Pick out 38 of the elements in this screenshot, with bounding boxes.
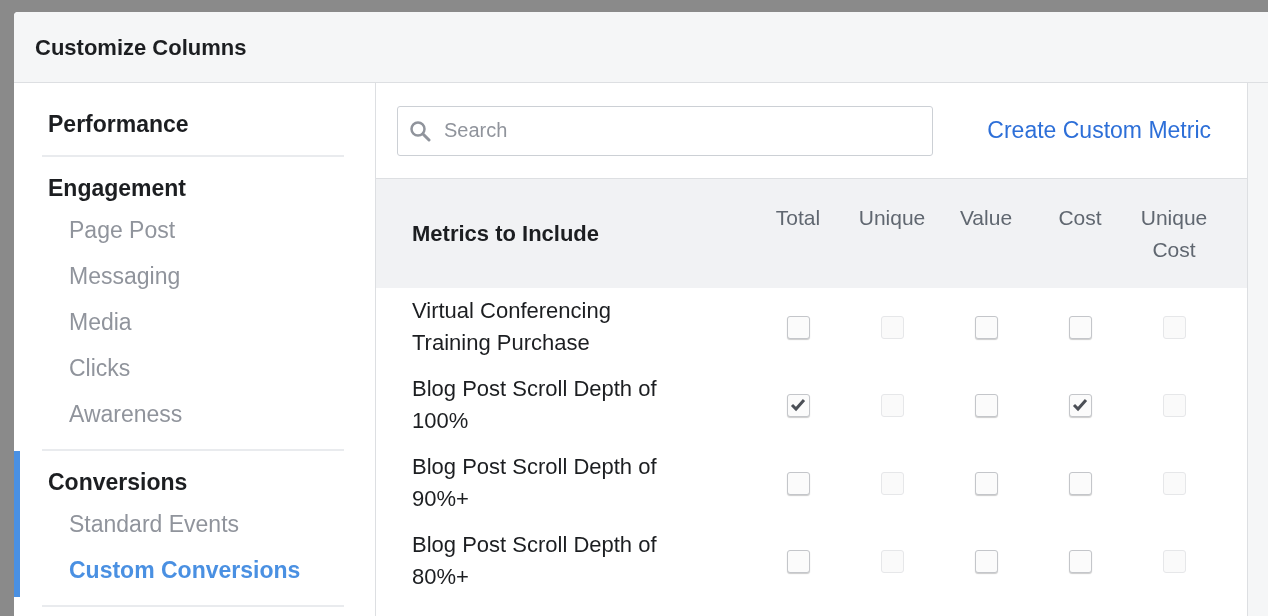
checkbox[interactable] — [786, 393, 810, 417]
metric-label: Blog Post Scroll Depth of 100% — [412, 375, 658, 435]
sidebar-item[interactable]: Clicks — [42, 345, 344, 391]
checkbox[interactable] — [1068, 315, 1092, 339]
sidebar-item[interactable]: Awareness — [42, 391, 344, 437]
checkbox[interactable] — [786, 549, 810, 573]
sidebar-item[interactable]: Media — [42, 299, 344, 345]
checkbox[interactable] — [1068, 549, 1092, 573]
column-header: Cost — [1057, 204, 1103, 231]
checkmark-icon — [1072, 398, 1088, 412]
search-icon — [409, 119, 431, 142]
search-field[interactable]: Search — [397, 105, 933, 156]
column-header: Total — [774, 204, 822, 231]
sidebar-item[interactable]: Standard Events — [42, 501, 344, 547]
checkbox[interactable] — [786, 315, 810, 339]
table-title: Metrics to Include — [412, 220, 601, 248]
column-header: Value — [958, 204, 1014, 231]
checkmark-icon — [790, 398, 806, 412]
sidebar-group[interactable]: Engagement — [42, 169, 344, 207]
metric-label: Blog Post Scroll Depth of 90%+ — [412, 453, 658, 513]
checkbox[interactable] — [1068, 471, 1092, 495]
checkbox[interactable] — [786, 471, 810, 495]
sidebar-group[interactable]: Conversions — [42, 463, 344, 501]
sidebar-item[interactable]: Custom Conversions — [42, 547, 344, 593]
sidebar-item[interactable]: Page Post — [42, 207, 344, 253]
create-metric-link[interactable]: Create Custom Metric — [987, 113, 1211, 148]
sidebar-group[interactable]: Performance — [42, 105, 344, 143]
metric-label: Virtual Conferencing Training Purchase — [412, 297, 612, 357]
checkbox[interactable] — [974, 549, 998, 573]
dialog-title: Customize Columns — [35, 33, 247, 62]
checkbox[interactable] — [974, 393, 998, 417]
column-header: Unique Cost — [1139, 204, 1209, 263]
sidebar-item[interactable]: Messaging — [42, 253, 344, 299]
checkbox[interactable] — [974, 471, 998, 495]
checkbox[interactable] — [974, 315, 998, 339]
column-header: Unique — [857, 204, 927, 231]
metric-label: Blog Post Scroll Depth of 80%+ — [412, 531, 658, 591]
checkbox[interactable] — [1068, 393, 1092, 417]
